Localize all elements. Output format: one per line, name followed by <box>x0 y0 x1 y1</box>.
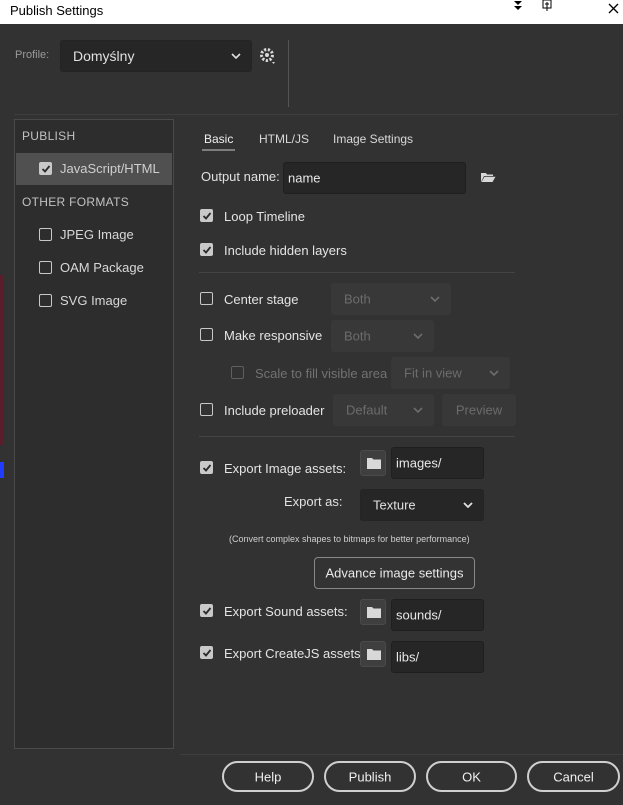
make-responsive-label: Make responsive <box>224 328 323 343</box>
background-edge-red <box>0 275 4 445</box>
include-hidden-layers-checkbox[interactable] <box>200 243 213 256</box>
profile-select[interactable]: Domyślny <box>60 40 252 72</box>
preview-button[interactable]: Preview <box>442 394 516 426</box>
cancel-button[interactable]: Cancel <box>527 761 620 792</box>
image-assets-folder-button[interactable] <box>360 450 386 476</box>
export-as-label: Export as: <box>284 494 343 509</box>
include-preloader-checkbox[interactable] <box>200 403 213 416</box>
output-folder-icon[interactable] <box>480 171 496 185</box>
publish-button-label: Publish <box>348 769 392 784</box>
tab-image-settings[interactable]: Image Settings <box>333 132 413 146</box>
header-separator <box>14 114 618 115</box>
chevron-down-icon <box>413 333 423 339</box>
divider <box>199 272 515 273</box>
export-image-assets-label: Export Image assets: <box>224 461 347 476</box>
chevron-down-icon <box>413 407 423 413</box>
folder-icon <box>367 649 381 660</box>
help-button-label: Help <box>254 769 282 784</box>
sound-assets-path-value: sounds/ <box>396 607 442 623</box>
export-createjs-assets-label: Export CreateJS assets: <box>224 646 365 661</box>
jpeg-image-checkbox[interactable] <box>39 228 52 241</box>
other-formats-header: OTHER FORMATS <box>22 195 130 209</box>
profile-select-value: Domyślny <box>73 48 135 64</box>
sound-assets-folder-button[interactable] <box>360 599 386 625</box>
preloader-select-value: Default <box>346 402 388 418</box>
close-icon[interactable] <box>608 2 619 14</box>
export-as-select-value: Texture <box>373 497 416 513</box>
ok-button-label: OK <box>462 769 481 784</box>
chevron-down-icon <box>463 502 473 508</box>
sidebar-item-label: JPEG Image <box>60 227 134 242</box>
sound-assets-path-input[interactable]: sounds/ <box>391 599 484 631</box>
window-title: Publish Settings <box>10 3 104 18</box>
chevron-down-icon <box>489 370 499 376</box>
scale-to-fill-select[interactable]: Fit in view <box>391 357 510 389</box>
export-sound-assets-checkbox[interactable] <box>200 604 213 617</box>
svg-image-checkbox[interactable] <box>39 294 52 307</box>
tab-basic[interactable]: Basic <box>201 132 236 151</box>
output-name-label: Output name: <box>201 169 280 184</box>
createjs-assets-path-value: libs/ <box>396 649 420 665</box>
include-hidden-layers-label: Include hidden layers <box>224 243 347 258</box>
pin-window-icon[interactable] <box>541 0 553 12</box>
background-edge-blue <box>0 462 4 478</box>
center-stage-select[interactable]: Both <box>331 283 451 315</box>
preloader-select[interactable]: Default <box>333 394 434 426</box>
format-sidebar: PUBLISH JavaScript/HTML OTHER FORMATS JP… <box>14 119 174 749</box>
image-assets-path-input[interactable]: images/ <box>391 447 484 479</box>
center-stage-label: Center stage <box>224 292 299 307</box>
profile-label: Profile: <box>15 49 50 61</box>
help-button[interactable]: Help <box>222 761 314 792</box>
collapse-arrows-icon[interactable] <box>512 0 524 12</box>
sidebar-item-label: OAM Package <box>60 260 144 275</box>
tab-html-js[interactable]: HTML/JS <box>259 132 309 146</box>
scale-to-fill-select-value: Fit in view <box>404 365 462 381</box>
sidebar-item-javascript-html[interactable]: JavaScript/HTML <box>16 153 172 185</box>
loop-timeline-label: Loop Timeline <box>224 209 305 224</box>
javascript-html-checkbox[interactable] <box>39 162 52 175</box>
createjs-assets-path-input[interactable]: libs/ <box>391 641 484 673</box>
footer-separator <box>180 754 623 755</box>
createjs-assets-folder-button[interactable] <box>360 641 386 667</box>
sidebar-item-label: JavaScript/HTML <box>60 161 160 176</box>
center-stage-checkbox[interactable] <box>200 292 213 305</box>
chevron-down-icon <box>231 53 241 59</box>
folder-icon <box>367 458 381 469</box>
sidebar-item-label: SVG Image <box>60 293 128 308</box>
scale-to-fill-checkbox[interactable] <box>231 366 244 379</box>
publish-header: PUBLISH <box>22 129 76 143</box>
loop-timeline-checkbox[interactable] <box>200 209 213 222</box>
image-assets-path-value: images/ <box>396 455 442 471</box>
preview-button-label: Preview <box>455 402 503 418</box>
profile-settings-gear-icon[interactable] <box>258 46 278 66</box>
profile-divider <box>288 40 289 107</box>
advance-image-settings-button[interactable]: Advance image settings <box>314 557 475 589</box>
export-createjs-assets-checkbox[interactable] <box>200 646 213 659</box>
export-as-select[interactable]: Texture <box>360 489 484 521</box>
chevron-down-icon <box>430 296 440 302</box>
oam-package-checkbox[interactable] <box>39 261 52 274</box>
advance-image-settings-label: Advance image settings <box>325 565 464 581</box>
convert-shapes-note: (Convert complex shapes to bitmaps for b… <box>229 534 470 544</box>
divider <box>199 436 515 437</box>
ok-button[interactable]: OK <box>426 761 517 792</box>
include-preloader-label: Include preloader <box>224 403 325 418</box>
cancel-button-label: Cancel <box>553 769 594 784</box>
sidebar-item-svg-image[interactable]: SVG Image <box>16 285 172 317</box>
export-image-assets-checkbox[interactable] <box>200 461 213 474</box>
make-responsive-checkbox[interactable] <box>200 328 213 341</box>
center-stage-select-value: Both <box>344 291 371 307</box>
sidebar-item-oam-package[interactable]: OAM Package <box>16 252 172 284</box>
output-name-value: name <box>288 170 321 186</box>
sidebar-item-jpeg-image[interactable]: JPEG Image <box>16 219 172 251</box>
make-responsive-select[interactable]: Both <box>331 320 434 352</box>
scale-to-fill-label: Scale to fill visible area <box>255 366 388 381</box>
output-name-input[interactable]: name <box>283 162 466 194</box>
title-bar: Publish Settings <box>0 0 623 24</box>
publish-button[interactable]: Publish <box>324 761 416 792</box>
export-sound-assets-label: Export Sound assets: <box>224 604 348 619</box>
make-responsive-select-value: Both <box>344 328 371 344</box>
folder-icon <box>367 607 381 618</box>
